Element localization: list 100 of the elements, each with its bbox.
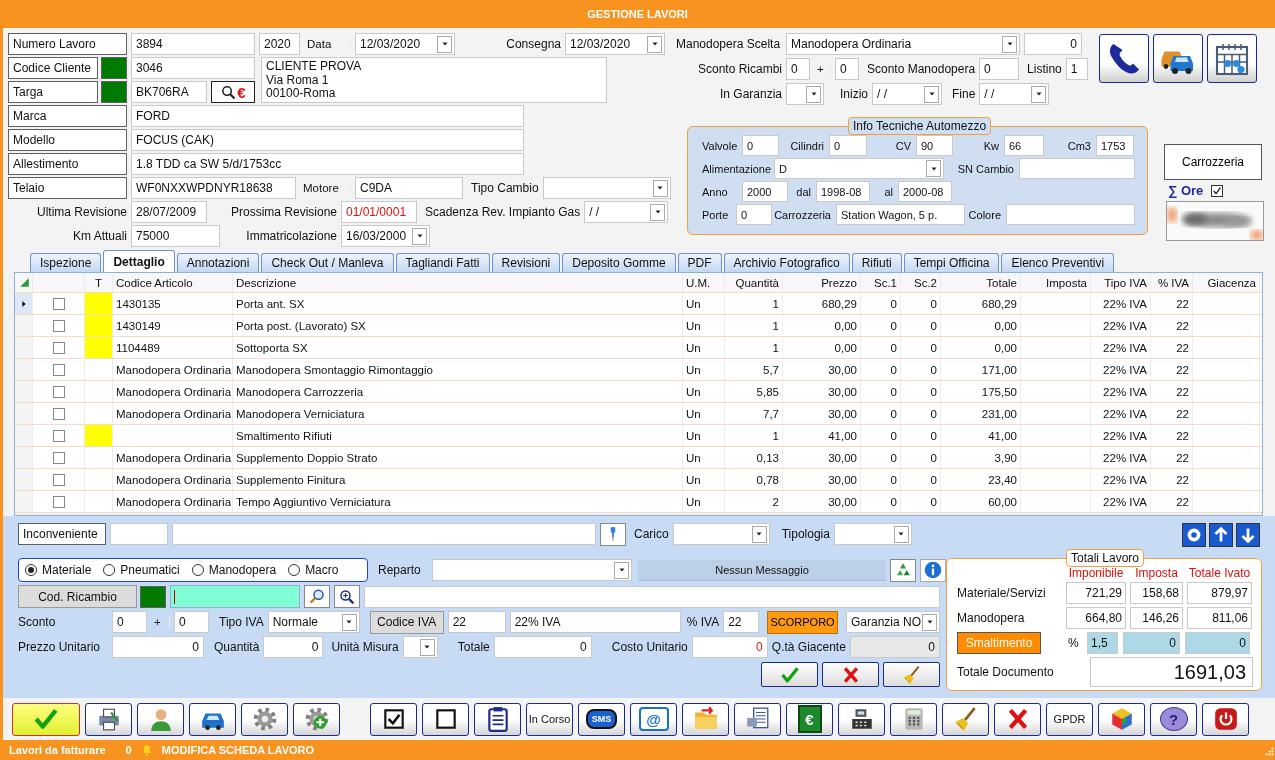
folder-button[interactable] <box>682 702 729 736</box>
year-field[interactable]: 2020 <box>259 33 300 55</box>
unit-price-field[interactable]: 0 <box>112 636 204 658</box>
part-code-button[interactable]: Cod. Ricambio <box>18 585 137 608</box>
last-inspection-field[interactable]: 28/07/2009 <box>131 201 207 223</box>
column-header[interactable]: Sc.1 <box>861 273 901 292</box>
uncheck-all-button[interactable] <box>422 702 469 736</box>
row-checkbox[interactable] <box>52 319 65 332</box>
row-checkbox[interactable] <box>52 341 65 354</box>
row-checkbox[interactable] <box>52 473 65 486</box>
trim-field[interactable]: 1.8 TDD ca SW 5/d/1753cc <box>131 153 524 175</box>
brand-button[interactable]: Marca <box>8 105 127 127</box>
tab[interactable]: Deposito Gomme <box>562 253 676 272</box>
model-button[interactable]: Modello <box>8 129 127 151</box>
fuel-dropdown[interactable]: D <box>774 158 944 179</box>
move-up-button[interactable] <box>1209 523 1233 547</box>
modules-button[interactable] <box>1098 702 1145 736</box>
pin-button[interactable] <box>600 522 626 546</box>
part-description-field[interactable] <box>364 585 940 608</box>
job-number-field[interactable]: 3894 <box>131 33 255 55</box>
labour-discount-field[interactable]: 0 <box>979 58 1020 80</box>
percent-field[interactable]: 1,5 <box>1087 632 1118 654</box>
phone-button[interactable] <box>1099 34 1149 83</box>
row-checkbox[interactable] <box>52 363 65 376</box>
column-header[interactable]: Quantità <box>725 273 783 292</box>
delivery-date-dropdown[interactable]: 12/03/2020 <box>565 33 665 55</box>
quantity-field[interactable]: 0 <box>263 636 324 658</box>
radio-option[interactable]: Materiale <box>25 563 92 577</box>
print-button[interactable] <box>85 702 132 736</box>
customer-code-field[interactable]: 3046 <box>131 57 255 79</box>
checklist-button[interactable] <box>474 702 521 736</box>
unit-dropdown[interactable] <box>402 636 438 658</box>
cancel-button[interactable] <box>822 662 879 687</box>
row-checkbox[interactable] <box>52 429 65 442</box>
clear-button[interactable] <box>883 662 940 687</box>
delete-button[interactable] <box>994 702 1041 736</box>
next-inspection-field[interactable]: 01/01/0001 <box>341 201 417 223</box>
column-header[interactable]: T <box>85 273 113 292</box>
warranty-dropdown[interactable] <box>786 83 824 105</box>
move-down-button[interactable] <box>1236 523 1260 547</box>
check-all-button[interactable] <box>370 702 417 736</box>
exit-button[interactable] <box>1202 702 1249 736</box>
column-header[interactable]: U.M. <box>683 273 725 292</box>
add-settings-button[interactable] <box>293 702 340 736</box>
column-header[interactable]: % IVA <box>1151 273 1193 292</box>
radio-option[interactable]: Macro <box>288 563 339 577</box>
invoice-button[interactable]: € <box>786 702 833 736</box>
tab[interactable]: PDF <box>677 253 722 272</box>
color-field[interactable] <box>1006 204 1135 225</box>
issue-description-field[interactable] <box>172 523 596 545</box>
brand-field[interactable]: FORD <box>131 105 524 127</box>
privacy-button[interactable]: GPDR <box>1046 702 1093 736</box>
clear-button[interactable] <box>942 702 989 736</box>
cash-register-button[interactable] <box>838 702 885 736</box>
unit-cost-field[interactable]: 0 <box>691 636 768 658</box>
zoom-button[interactable] <box>334 585 360 608</box>
column-header[interactable]: Totale <box>941 273 1021 292</box>
tab[interactable]: Dettaglio <box>103 250 175 272</box>
load-dropdown[interactable] <box>672 523 770 545</box>
end-date-dropdown[interactable]: / / <box>979 83 1050 105</box>
price-lookup-button[interactable]: € <box>211 81 255 103</box>
mileage-field[interactable]: 75000 <box>131 225 220 247</box>
tab[interactable]: Rifiuti <box>851 253 902 272</box>
price-list-field[interactable]: 1 <box>1065 58 1088 80</box>
doors-field[interactable]: 0 <box>736 204 772 225</box>
gearbox-dropdown[interactable] <box>542 177 671 199</box>
vat-code-button[interactable]: Codice IVA <box>369 610 444 634</box>
total-field[interactable]: 0 <box>493 636 592 658</box>
displacement-field[interactable]: 1753 <box>1096 135 1134 156</box>
type-dropdown[interactable] <box>833 523 912 545</box>
discount-field[interactable]: 0 <box>112 611 147 633</box>
status-button[interactable]: In Corso <box>526 702 573 736</box>
calculator-button[interactable] <box>890 702 937 736</box>
part-code-field[interactable] <box>170 585 300 608</box>
record-button[interactable] <box>1182 523 1206 547</box>
column-header[interactable]: Descrizione <box>233 273 683 292</box>
to-date-field[interactable]: 2000-08 <box>898 181 952 202</box>
start-date-dropdown[interactable]: / / <box>872 83 942 105</box>
tab[interactable]: Elenco Preventivi <box>1001 253 1115 272</box>
tab[interactable]: Revisioni <box>491 253 561 272</box>
warranty-dropdown[interactable]: Garanzia NO <box>846 611 940 633</box>
settings-button[interactable] <box>241 702 288 736</box>
year-field[interactable]: 2000 <box>742 181 788 202</box>
scorporo-button[interactable]: SCORPORO <box>767 610 838 634</box>
help-button[interactable]: ? <box>1150 702 1197 736</box>
parts-discount-field[interactable]: 0 <box>786 58 810 80</box>
column-header[interactable]: Prezzo <box>783 273 861 292</box>
chassis-field[interactable]: WF0NXXWPDNYR18638 <box>131 177 296 199</box>
row-selector[interactable] <box>15 293 33 314</box>
from-date-field[interactable]: 1998-08 <box>816 181 870 202</box>
horsepower-field[interactable]: 90 <box>916 135 953 156</box>
email-button[interactable]: @ <box>630 702 677 736</box>
vehicles-button[interactable] <box>1153 34 1203 83</box>
gearbox-serial-field[interactable] <box>1019 158 1135 179</box>
row-checkbox[interactable] <box>52 451 65 464</box>
plate-field[interactable]: BK706RA <box>131 81 207 103</box>
cylinders-field[interactable]: 0 <box>829 135 867 156</box>
date-dropdown[interactable]: 12/03/2020 <box>355 33 455 55</box>
row-checkbox[interactable] <box>52 407 65 420</box>
registration-date-dropdown[interactable]: 16/03/2000 <box>341 225 430 247</box>
